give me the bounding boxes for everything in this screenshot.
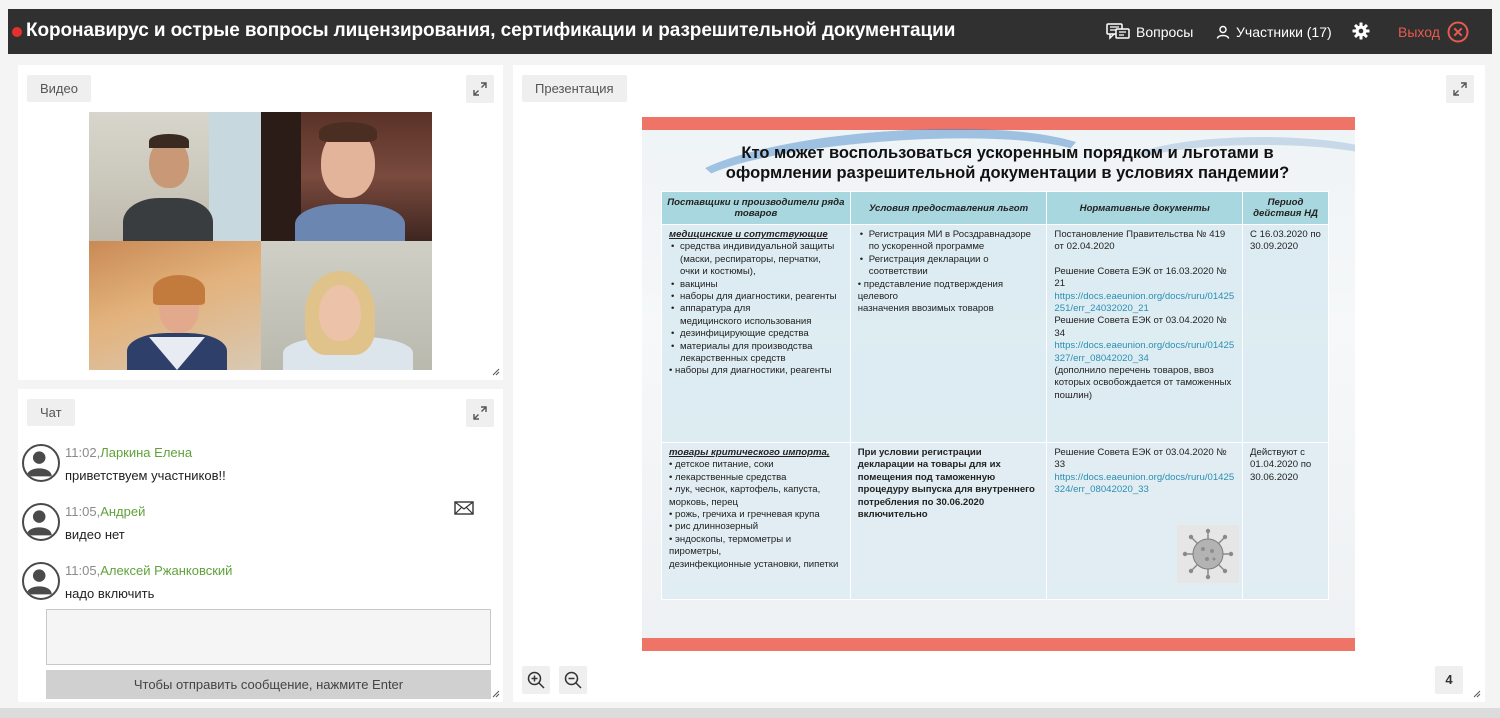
- presentation-slide: Кто может воспользоваться ускоренным пор…: [642, 117, 1355, 651]
- user-icon: [1216, 25, 1230, 39]
- video-tile-participant-2[interactable]: [261, 112, 432, 241]
- close-circle-icon: [1447, 21, 1469, 43]
- bottom-strip: [0, 708, 1500, 718]
- chat-expand-button[interactable]: [466, 399, 494, 427]
- expand-icon: [473, 82, 487, 96]
- slide-page-number: 4: [1435, 666, 1463, 694]
- chat-message: 11:02,Ларкина Елена приветствуем участни…: [22, 444, 492, 494]
- exit-label: Выход: [1398, 24, 1440, 40]
- virus-icon: [1177, 525, 1239, 583]
- chat-tab[interactable]: Чат: [27, 399, 75, 426]
- message-time: 11:02,: [65, 445, 101, 460]
- presentation-panel: Презентация Кто может воспользоваться ус…: [513, 65, 1485, 702]
- video-panel: Видео: [18, 65, 503, 380]
- send-hint-button[interactable]: Чтобы отправить сообщение, нажмите Enter: [46, 670, 491, 699]
- settings-button[interactable]: [1352, 21, 1370, 41]
- chat-panel: Чат 11:02,Ларкина Елена приветствуем уча…: [18, 389, 503, 702]
- table-cell: При условии регистрации декларации на то…: [849, 442, 1048, 600]
- table-header: Нормативные документы: [1046, 191, 1244, 225]
- video-tile-participant-1[interactable]: [89, 112, 261, 241]
- mail-icon[interactable]: [454, 501, 474, 515]
- expand-icon: [473, 406, 487, 420]
- exit-button[interactable]: Выход: [1398, 21, 1469, 43]
- resize-grip-icon[interactable]: [492, 368, 500, 376]
- message-time: 11:05,: [65, 563, 101, 578]
- questions-label: Вопросы: [1136, 24, 1194, 40]
- video-tile-participant-3[interactable]: [89, 241, 261, 370]
- chat-message: 11:05,Алексей Ржанковский надо включить: [22, 562, 492, 612]
- message-text: приветствуем участников!!: [65, 468, 226, 483]
- slide-top-bar: [642, 117, 1355, 130]
- video-tile-participant-4[interactable]: [261, 241, 432, 370]
- table-cell: Действуют с 01.04.2020 по 30.06.2020: [1242, 442, 1329, 600]
- avatar-icon: [22, 562, 60, 600]
- chat-message: 11:05,Андрей видео нет: [22, 503, 492, 553]
- slide-title: Кто может воспользоваться ускоренным пор…: [725, 144, 1290, 182]
- zoom-out-button[interactable]: [559, 666, 587, 694]
- avatar-icon: [22, 444, 60, 482]
- document-link[interactable]: https://docs.eaeunion.org/docs/ruru/0142…: [1054, 472, 1235, 497]
- table-header: Условия предоставления льгот: [849, 191, 1048, 225]
- avatar-icon: [22, 503, 60, 541]
- table-cell: С 16.03.2020 по 30.09.2020: [1242, 224, 1329, 443]
- participants-label: Участники (17): [1236, 24, 1332, 40]
- questions-icon: [1106, 23, 1130, 40]
- message-author: Ларкина Елена: [100, 445, 193, 460]
- message-author: Алексей Ржанковский: [100, 563, 233, 578]
- message-author: Андрей: [100, 504, 146, 519]
- zoom-in-icon: [527, 671, 545, 689]
- chat-message-input[interactable]: [46, 609, 491, 665]
- video-expand-button[interactable]: [466, 75, 494, 103]
- questions-button[interactable]: Вопросы: [1106, 22, 1193, 42]
- document-link[interactable]: https://docs.eaeunion.org/docs/ruru/0142…: [1054, 340, 1235, 365]
- video-grid: [89, 112, 432, 370]
- zoom-in-button[interactable]: [522, 666, 550, 694]
- table-cell: Регистрация МИ в Росздравнадзоре по уско…: [849, 224, 1048, 443]
- video-tab[interactable]: Видео: [27, 75, 91, 102]
- presentation-tab[interactable]: Презентация: [522, 75, 627, 102]
- message-text: надо включить: [65, 586, 155, 601]
- top-bar: Коронавирус и острые вопросы лицензирова…: [8, 9, 1492, 54]
- resize-grip-icon[interactable]: [1473, 690, 1481, 698]
- expand-icon: [1453, 82, 1467, 96]
- table-cell: Постановление Правительства № 419 от 02.…: [1046, 224, 1244, 443]
- table-row: медицинские и сопутствующие средства инд…: [661, 224, 1329, 443]
- slide-bottom-bar: [642, 638, 1355, 651]
- message-time: 11:05,: [65, 504, 101, 519]
- participants-button[interactable]: Участники (17): [1216, 22, 1332, 42]
- table-header: Период действия НД: [1242, 191, 1329, 225]
- zoom-out-icon: [564, 671, 582, 689]
- presentation-expand-button[interactable]: [1446, 75, 1474, 103]
- document-link[interactable]: https://docs.eaeunion.org/docs/ruru/0142…: [1054, 291, 1235, 316]
- gear-icon: [1352, 22, 1370, 40]
- webinar-title: Коронавирус и острые вопросы лицензирова…: [26, 20, 956, 41]
- resize-grip-icon[interactable]: [492, 690, 500, 698]
- table-cell: товары критического импорта, • детское п…: [661, 442, 851, 600]
- table-header: Поставщики и производители ряда товаров: [661, 191, 851, 225]
- message-text: видео нет: [65, 527, 125, 542]
- table-cell: медицинские и сопутствующие средства инд…: [661, 224, 851, 443]
- record-dot-icon: [12, 27, 22, 37]
